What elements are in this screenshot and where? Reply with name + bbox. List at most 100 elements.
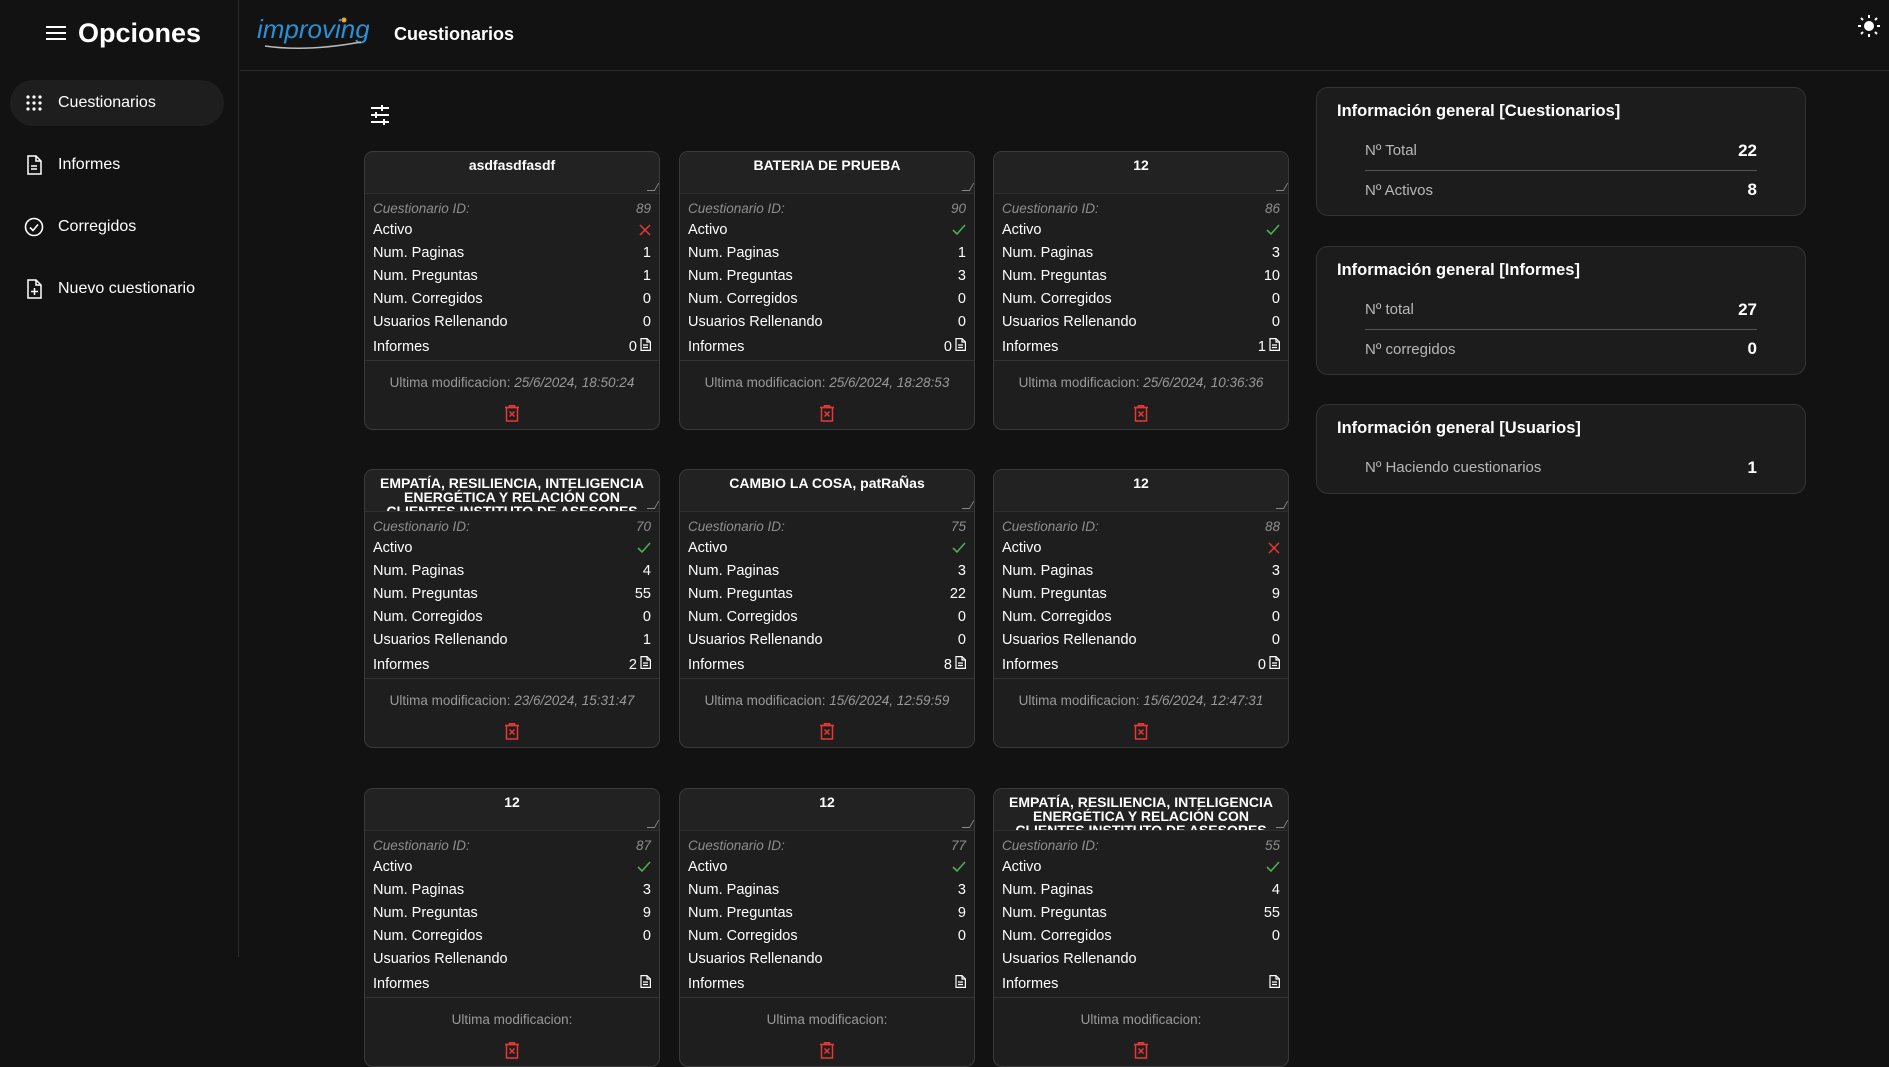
informes-row: Informes 0 (680, 333, 974, 361)
activo-label: Activo (688, 539, 728, 556)
informes-link[interactable] (637, 975, 651, 992)
activo-row: Activo (373, 536, 651, 559)
questionnaire-card[interactable]: asdfasdfasdf Cuestionario ID: 89 Activo Num.… (364, 151, 660, 430)
delete-button[interactable] (994, 403, 1288, 427)
document-icon (640, 975, 651, 992)
preguntas-value: 9 (957, 904, 966, 921)
questionnaire-card[interactable]: CAMBIO LA COSA, patRaÑas Cuestionario ID:… (679, 469, 975, 748)
informes-link[interactable]: 0 (1258, 656, 1280, 673)
delete-button[interactable] (680, 1040, 974, 1064)
paginas-label: Num. Paginas (1002, 562, 1094, 579)
card-title-input[interactable]: 12 (994, 152, 1288, 194)
questionnaire-card[interactable]: 12 Cuestionario ID: 88 Activo Num. Paginas 3 N… (993, 469, 1289, 748)
card-title-input[interactable]: 12 (365, 789, 659, 831)
delete-icon (820, 1042, 834, 1064)
check-icon[interactable] (952, 541, 966, 554)
info-panel: Información general [Informes] Nº total 27… (1316, 246, 1806, 375)
corregidos-label: Num. Corregidos (373, 927, 483, 944)
rellenando-label: Usuarios Rellenando (688, 313, 823, 330)
grid-icon (24, 93, 44, 113)
card-title-input[interactable]: 12 (680, 789, 974, 831)
informes-link[interactable] (952, 975, 966, 992)
questionnaire-card[interactable]: EMPATÍA, RESILIENCIA, INTELIGENCIA ENERG… (993, 788, 1289, 1067)
questionnaire-card[interactable]: BATERIA DE PRUEBA Cuestionario ID: 90 Activ… (679, 151, 975, 430)
delete-button[interactable] (365, 721, 659, 745)
last-modified: Ultima modificacion: 25/6/2024, 10:36:36 (994, 361, 1288, 403)
check-icon[interactable] (1266, 860, 1280, 873)
paginas-row: Num. Paginas 3 (688, 878, 966, 901)
informes-link[interactable]: 8 (944, 656, 966, 673)
card-title-input[interactable]: CAMBIO LA COSA, patRaÑas (680, 470, 974, 512)
paginas-value: 3 (957, 881, 966, 898)
svg-text:improving: improving (257, 14, 369, 44)
card-title-input[interactable]: EMPATÍA, RESILIENCIA, INTELIGENCIA ENERG… (365, 470, 659, 512)
sidebar-item-corregidos[interactable]: Corregidos (10, 204, 224, 250)
document-icon (1269, 656, 1280, 673)
paginas-value: 3 (1271, 562, 1280, 579)
questionnaire-card[interactable]: 12 Cuestionario ID: 86 Activo Num. Paginas 3 N… (993, 151, 1289, 430)
rellenando-label: Usuarios Rellenando (373, 631, 508, 648)
card-title-input[interactable]: 12 (994, 470, 1288, 512)
informes-link[interactable]: 0 (944, 338, 966, 355)
activo-row: Activo (688, 218, 966, 241)
sidebar-item-informes[interactable]: Informes (10, 142, 224, 188)
preguntas-row: Num. Preguntas 22 (688, 582, 966, 605)
id-value: 90 (950, 200, 966, 216)
cross-icon[interactable] (1268, 541, 1280, 554)
paginas-row: Num. Paginas 1 (688, 241, 966, 264)
rellenando-row: Usuarios Rellenando 0 (688, 628, 966, 651)
delete-button[interactable] (365, 403, 659, 427)
delete-button[interactable] (680, 403, 974, 427)
card-title-input[interactable]: EMPATÍA, RESILIENCIA, INTELIGENCIA ENERG… (994, 789, 1288, 831)
check-icon[interactable] (952, 860, 966, 873)
rellenando-value: 0 (1271, 313, 1280, 330)
hamburger-menu-icon[interactable] (46, 26, 66, 40)
preguntas-row: Num. Preguntas 3 (688, 264, 966, 287)
informes-row: Informes 2 (365, 651, 659, 679)
informes-link[interactable]: 1 (1258, 338, 1280, 355)
paginas-row: Num. Paginas 3 (1002, 241, 1280, 264)
document-icon (955, 975, 966, 992)
check-icon[interactable] (637, 860, 651, 873)
delete-button[interactable] (680, 721, 974, 745)
questionnaire-card[interactable]: 12 Cuestionario ID: 77 Activo Num. Paginas 3 N… (679, 788, 975, 1067)
id-label: Cuestionario ID: (1002, 518, 1099, 534)
corregidos-row: Num. Corregidos 0 (688, 287, 966, 310)
activo-row: Activo (373, 218, 651, 241)
informes-link[interactable] (1266, 975, 1280, 992)
info-panel-title: Información general [Cuestionarios] (1337, 102, 1621, 120)
info-panel: Información general [Usuarios] Nº Haciend… (1316, 404, 1806, 494)
sidebar-item-cuestionarios[interactable]: Cuestionarios (10, 80, 224, 126)
delete-button[interactable] (994, 1040, 1288, 1064)
informes-link[interactable]: 2 (629, 656, 651, 673)
corregidos-label: Num. Corregidos (373, 290, 483, 307)
informes-row: Informes 0 (994, 651, 1288, 679)
paginas-label: Num. Paginas (1002, 881, 1094, 898)
delete-icon (505, 1042, 519, 1064)
improving-logo[interactable]: improving (257, 12, 370, 57)
id-label: Cuestionario ID: (373, 518, 470, 534)
check-icon[interactable] (1266, 223, 1280, 236)
delete-button[interactable] (365, 1040, 659, 1064)
check-icon[interactable] (952, 223, 966, 236)
activo-row: Activo (373, 855, 651, 878)
id-row: Cuestionario ID: 87 (373, 835, 651, 855)
card-title-input[interactable]: BATERIA DE PRUEBA (680, 152, 974, 194)
informes-row: Informes 1 (994, 333, 1288, 361)
informes-link[interactable]: 0 (629, 338, 651, 355)
delete-button[interactable] (994, 721, 1288, 745)
questionnaire-card[interactable]: EMPATÍA, RESILIENCIA, INTELIGENCIA ENERG… (364, 469, 660, 748)
paginas-row: Num. Paginas 3 (688, 559, 966, 582)
delete-icon (1134, 1042, 1148, 1064)
card-title-input[interactable]: asdfasdfasdf (365, 152, 659, 194)
questionnaire-card[interactable]: 12 Cuestionario ID: 87 Activo Num. Paginas 3 N… (364, 788, 660, 1067)
cross-icon[interactable] (639, 223, 651, 236)
informes-row: Informes (365, 970, 659, 998)
paginas-label: Num. Paginas (1002, 244, 1094, 261)
sidebar-item-nuevo-cuestionario[interactable]: Nuevo cuestionario (10, 266, 224, 312)
corregidos-value: 0 (957, 927, 966, 944)
filter-settings-icon[interactable] (370, 105, 390, 130)
check-icon[interactable] (637, 541, 651, 554)
info-row-label: Nº Haciendo cuestionarios (1365, 459, 1542, 476)
sun-icon[interactable] (1857, 14, 1881, 43)
